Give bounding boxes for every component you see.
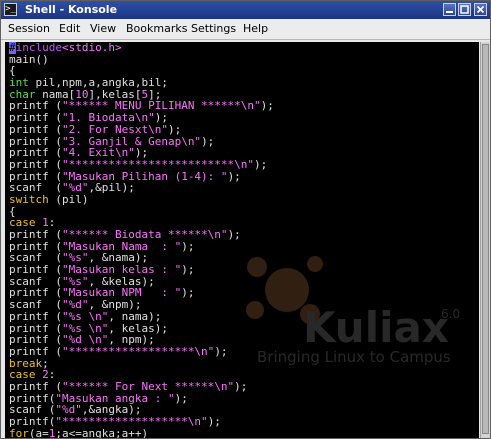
code-token: ); bbox=[207, 415, 221, 428]
menu-bookmarks[interactable]: Bookmarks bbox=[126, 22, 187, 36]
code-token: ); bbox=[174, 391, 188, 405]
minimize-button[interactable] bbox=[443, 3, 456, 16]
code-token: ); bbox=[181, 286, 195, 300]
code-token: ); bbox=[254, 157, 268, 171]
code-token: ); bbox=[214, 344, 228, 358]
title-bar[interactable]: >_ Shell - Konsole bbox=[1, 1, 490, 19]
code-token: for bbox=[9, 426, 29, 438]
code-line: switch (pil) bbox=[9, 194, 274, 206]
code-token: ); bbox=[227, 228, 241, 241]
code-token: ); bbox=[181, 239, 195, 253]
terminal-scrollbar[interactable] bbox=[480, 42, 490, 438]
terminal-area[interactable]: Kuliax 6.0 Bringing Linux to Campus #inc… bbox=[5, 42, 479, 438]
code-token: ); bbox=[260, 99, 274, 113]
close-button[interactable] bbox=[474, 3, 487, 16]
menu-session[interactable]: Session bbox=[8, 22, 50, 36]
watermark-version: 6.0 bbox=[441, 307, 460, 321]
watermark-blob-3 bbox=[307, 256, 323, 272]
window-title: Shell - Konsole bbox=[25, 3, 118, 16]
code-token: ); bbox=[201, 134, 215, 148]
menu-help[interactable]: Help bbox=[243, 22, 268, 36]
menu-view[interactable]: View bbox=[90, 22, 116, 36]
code-token: ); bbox=[234, 379, 248, 393]
terminal-app-icon[interactable]: >_ bbox=[4, 3, 17, 16]
maximize-icon bbox=[460, 5, 469, 14]
menu-edit[interactable]: Edit bbox=[59, 22, 80, 36]
code-token: ,&pil); bbox=[88, 181, 135, 195]
code-token: <stdio.h> bbox=[61, 42, 122, 54]
scrollbar-thumb[interactable] bbox=[482, 44, 489, 434]
terminal-code: #include<stdio.h> main(){int pil,npm,a,an… bbox=[9, 42, 274, 438]
konsole-window: >_ Shell - Konsole Session Edit View Boo… bbox=[0, 0, 491, 439]
minimize-icon bbox=[446, 11, 453, 13]
code-token: ); bbox=[181, 263, 195, 277]
watermark-tagline: Bringing Linux to Campus bbox=[257, 348, 451, 366]
code-token: (pil) bbox=[48, 192, 89, 206]
code-token: ); bbox=[227, 169, 241, 183]
menu-bar: Session Edit View Bookmarks Settings Hel… bbox=[1, 19, 490, 40]
close-icon bbox=[476, 5, 485, 14]
watermark-brand: Kuliax bbox=[303, 303, 449, 352]
menu-settings[interactable]: Settings bbox=[191, 22, 236, 36]
code-token: (a= bbox=[28, 426, 49, 438]
code-line: main() bbox=[9, 53, 274, 66]
code-token: ;a<=angka;a++) bbox=[55, 426, 149, 438]
maximize-button[interactable] bbox=[458, 3, 471, 16]
code-token: "*******************\n" bbox=[61, 344, 215, 358]
code-line: for(a=1;a<=angka;a++) bbox=[9, 426, 274, 438]
